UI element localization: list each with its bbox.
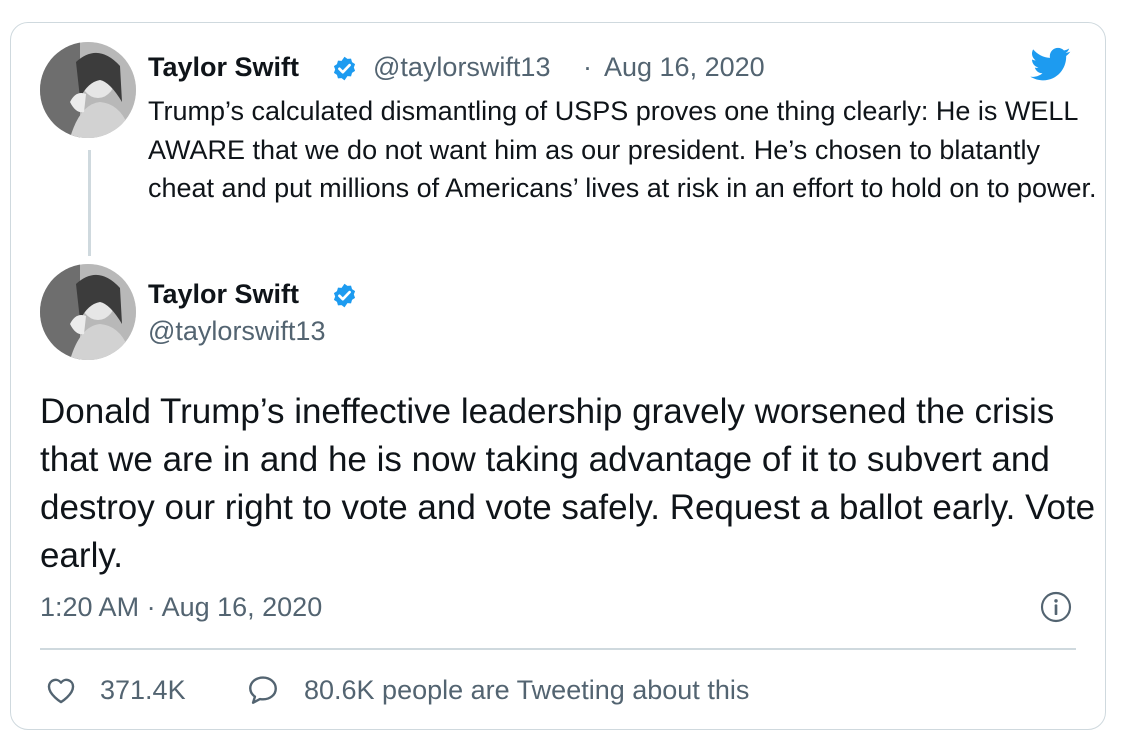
info-icon[interactable]	[1040, 591, 1072, 623]
avatar-photo	[40, 264, 136, 360]
like-count: 371.4K	[100, 674, 186, 705]
tweet-timestamp[interactable]: 1:20 AM · Aug 16, 2020	[40, 592, 322, 623]
quoted-date[interactable]: Aug 16, 2020	[604, 52, 765, 83]
tweeting-about-label: 80.6K people are Tweeting about this	[304, 674, 750, 705]
avatar-photo	[40, 42, 136, 138]
avatar[interactable]	[40, 264, 136, 360]
quoted-handle[interactable]: @taylorswift13	[373, 52, 550, 83]
verified-badge-icon	[333, 283, 356, 308]
thread-connector-line	[88, 150, 91, 256]
meta-separator: ·	[583, 52, 592, 82]
twitter-bird-icon[interactable]	[1028, 44, 1074, 84]
heart-icon	[47, 678, 75, 704]
author-handle[interactable]: @taylorswift13	[148, 316, 325, 347]
divider	[40, 648, 1076, 650]
author-name[interactable]: Taylor Swift	[148, 279, 299, 310]
reply-button[interactable]: 80.6K people are Tweeting about this	[246, 672, 749, 708]
quoted-tweet-text: Trump’s calculated dismantling of USPS p…	[148, 96, 1097, 203]
speech-bubble-icon	[249, 676, 277, 704]
like-button[interactable]: 371.4K	[44, 672, 186, 708]
verified-badge-icon	[333, 56, 356, 81]
tweet-text: Donald Trump’s ineffective leadership gr…	[40, 392, 1096, 575]
quoted-author-name[interactable]: Taylor Swift	[148, 52, 299, 83]
avatar[interactable]	[40, 42, 136, 138]
